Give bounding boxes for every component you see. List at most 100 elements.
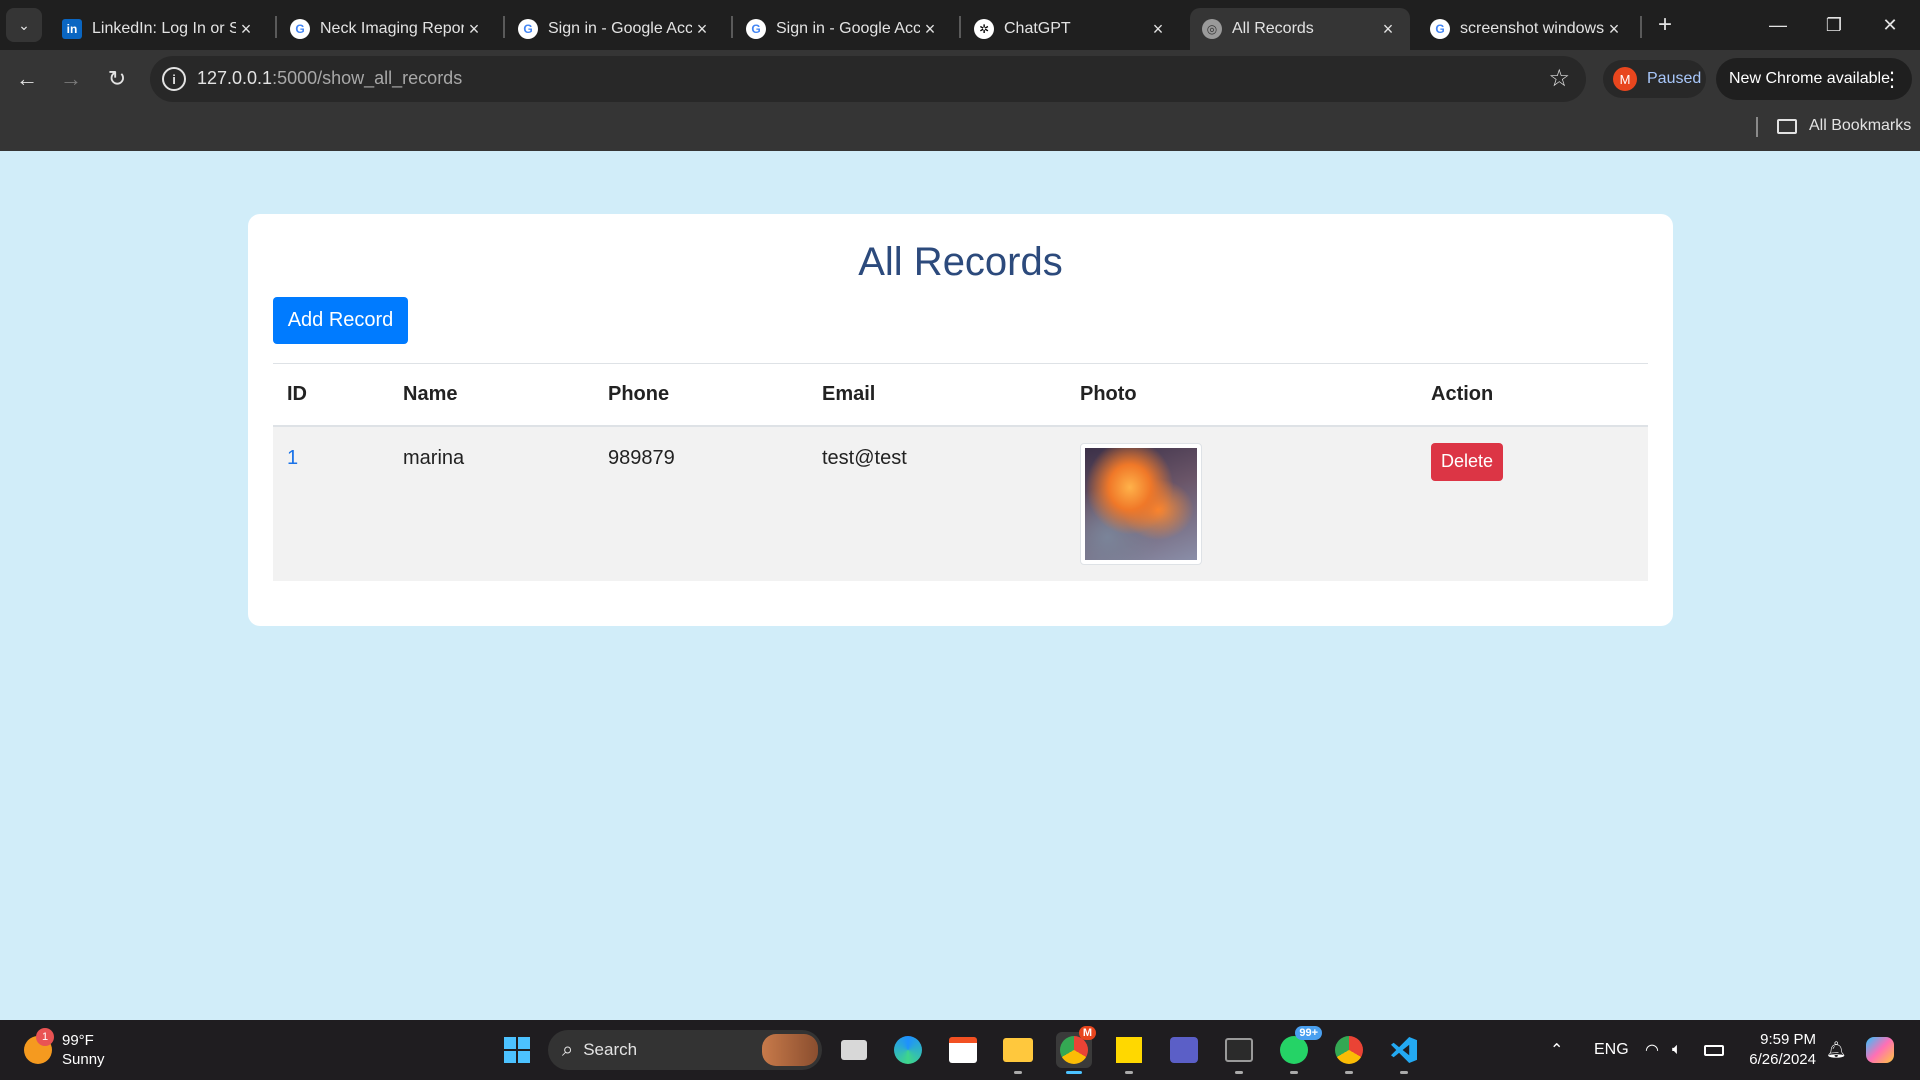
reload-button[interactable]: ↻ (98, 60, 136, 98)
windows-icon (504, 1037, 530, 1063)
tab-google-signin-1[interactable]: G Sign in - Google Accounts × (506, 8, 724, 50)
tab-separator (503, 16, 505, 38)
close-icon[interactable]: × (920, 19, 940, 40)
store-button[interactable] (945, 1032, 981, 1068)
chrome-profile-2-button[interactable] (1331, 1032, 1367, 1074)
record-name: marina (403, 446, 465, 469)
close-icon[interactable]: × (692, 19, 712, 40)
close-window-button[interactable]: ✕ (1862, 8, 1918, 42)
show-hidden-icons-button[interactable]: ⌃ (1550, 1020, 1563, 1080)
records-card: All Records Add Record ID Name Phone Ema… (248, 214, 1673, 626)
chevron-down-icon: ⌄ (18, 16, 30, 33)
bookmarks-bar: All Bookmarks (0, 108, 1920, 151)
search-label: Search (583, 1040, 638, 1059)
tab-linkedin[interactable]: in LinkedIn: Log In or Sign Up × (50, 8, 268, 50)
taskbar: 1 99°F Sunny ⌕ Search M 99+ ⌃ ENG ◠ 🔈︎ 9… (0, 1020, 1920, 1080)
sticky-notes-button[interactable] (1111, 1032, 1147, 1074)
chatgpt-icon: ✲ (974, 19, 994, 39)
all-bookmarks-button[interactable]: All Bookmarks (1777, 117, 1911, 135)
language-indicator[interactable]: ENG (1594, 1020, 1629, 1080)
whatsapp-icon (1280, 1036, 1308, 1064)
profile-button[interactable]: M Paused (1603, 60, 1706, 98)
clock-date: 6/26/2024 (1749, 1051, 1816, 1068)
restore-icon: ❐ (1825, 14, 1843, 35)
bookmark-star-icon[interactable]: ☆ (1548, 64, 1570, 93)
file-explorer-button[interactable] (1000, 1032, 1036, 1074)
weather-widget[interactable]: 1 99°F Sunny (24, 1028, 105, 1069)
chrome-profile-badge: M (1078, 1026, 1096, 1040)
clock[interactable]: 9:59 PM 6/26/2024 (1746, 1030, 1816, 1070)
page-title: All Records (858, 240, 1063, 284)
url-path: :5000/show_all_records (272, 68, 463, 88)
record-phone: 989879 (608, 446, 675, 469)
address-bar[interactable]: i 127.0.0.1:5000/show_all_records ☆ (150, 56, 1586, 102)
whatsapp-badge: 99+ (1295, 1026, 1322, 1040)
tab-search-button[interactable]: ⌄ (6, 8, 42, 42)
column-header-email: Email (822, 382, 876, 405)
table-row: 1 marina 989879 test@test Delete (273, 425, 1648, 581)
volume-icon[interactable]: 🔈︎ (1672, 1020, 1682, 1080)
sticky-notes-icon (1116, 1037, 1142, 1063)
tab-chatgpt[interactable]: ✲ ChatGPT × (962, 8, 1180, 50)
chrome-button[interactable]: M (1056, 1026, 1096, 1074)
close-icon[interactable]: × (1378, 19, 1398, 40)
add-record-button[interactable]: Add Record (273, 297, 408, 344)
tab-all-records[interactable]: ◎ All Records × (1190, 8, 1410, 50)
delete-button[interactable]: Delete (1431, 442, 1503, 481)
close-icon[interactable]: × (1148, 19, 1168, 40)
tab-screenshot-windows[interactable]: G screenshot windows × (1418, 8, 1636, 50)
restore-button[interactable]: ❐ (1806, 8, 1862, 42)
running-indicator (1125, 1071, 1133, 1074)
close-icon[interactable]: × (236, 19, 256, 40)
vscode-button[interactable] (1386, 1032, 1422, 1074)
table-header-row: ID Name Phone Email Photo Action (273, 363, 1648, 426)
chevron-up-icon: ⌃ (1550, 1042, 1564, 1059)
tab-title: ChatGPT (1004, 20, 1071, 37)
taskbar-search[interactable]: ⌕ Search (548, 1030, 822, 1070)
task-view-button[interactable] (836, 1032, 872, 1068)
site-info-icon[interactable]: i (162, 67, 186, 91)
tab-separator (959, 16, 961, 38)
tab-title: Sign in - Google Accounts (776, 20, 920, 37)
battery-icon[interactable] (1704, 1020, 1724, 1080)
all-bookmarks-label: All Bookmarks (1809, 117, 1912, 134)
record-photo (1080, 442, 1202, 565)
chrome-icon (1060, 1036, 1088, 1064)
update-chrome-button[interactable]: New Chrome available ⋮ (1716, 58, 1912, 100)
google-icon: G (518, 19, 538, 39)
record-id-link[interactable]: 1 (273, 426, 389, 581)
tab-title: LinkedIn: Log In or Sign Up (92, 20, 236, 37)
language-label: ENG (1594, 1041, 1629, 1058)
weather-desc: Sunny (62, 1051, 105, 1068)
notifications-bell-icon[interactable]: 🔔︎ (1826, 1020, 1846, 1080)
chrome-icon (1335, 1036, 1363, 1064)
url-text[interactable]: 127.0.0.1:5000/show_all_records (197, 68, 462, 89)
store-icon (949, 1037, 977, 1063)
whatsapp-button[interactable]: 99+ (1276, 1026, 1322, 1074)
minimize-button[interactable]: — (1750, 8, 1806, 42)
task-view-icon (841, 1040, 867, 1060)
tab-neck-imaging[interactable]: G Neck Imaging Report × (278, 8, 496, 50)
running-indicator (1235, 1071, 1243, 1074)
reload-icon: ↻ (107, 66, 127, 91)
copilot-icon (1866, 1037, 1894, 1063)
start-button[interactable] (499, 1032, 535, 1068)
forward-button[interactable]: → (52, 60, 90, 98)
tab-google-signin-2[interactable]: G Sign in - Google Accounts × (734, 8, 952, 50)
edge-button[interactable] (890, 1032, 926, 1068)
google-icon: G (746, 19, 766, 39)
arrow-left-icon: ← (16, 66, 38, 91)
close-icon[interactable]: × (464, 19, 484, 40)
wifi-icon[interactable]: ◠ (1645, 1020, 1659, 1080)
weather-badge: 1 (36, 1028, 54, 1046)
running-indicator (1400, 1071, 1408, 1074)
terminal-button[interactable] (1221, 1032, 1257, 1074)
copilot-button[interactable] (1866, 1020, 1894, 1080)
close-icon[interactable]: × (1604, 19, 1624, 40)
active-indicator (1066, 1071, 1082, 1074)
teams-button[interactable] (1166, 1032, 1202, 1068)
more-menu-icon[interactable]: ⋮ (1882, 67, 1902, 92)
new-tab-button[interactable]: + (1650, 10, 1680, 40)
back-button[interactable]: ← (8, 60, 46, 98)
folder-icon (1003, 1038, 1033, 1062)
